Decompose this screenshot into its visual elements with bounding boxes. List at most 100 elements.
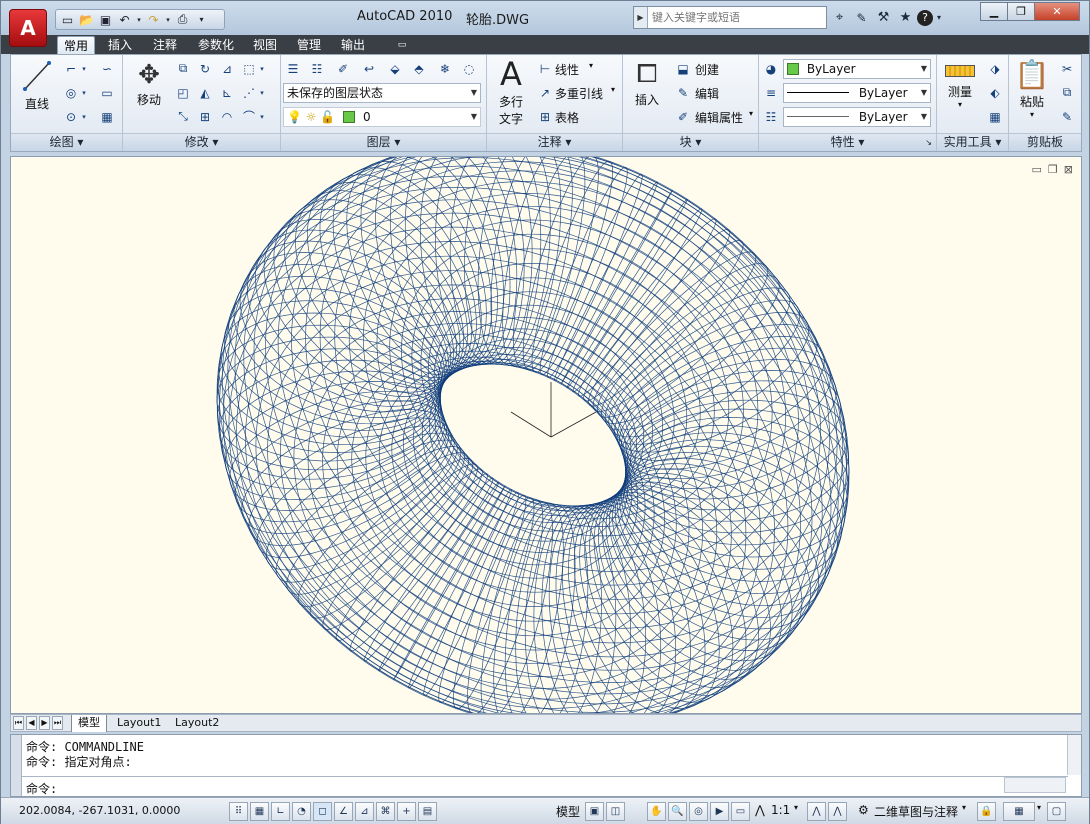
measure-dropdown-icon[interactable]: ▾ bbox=[941, 100, 979, 109]
linetype-icon[interactable]: ≡ bbox=[761, 83, 781, 102]
panel-launcher-icon[interactable]: ↘ bbox=[925, 134, 932, 151]
grid-display-icon[interactable]: ▦ bbox=[250, 802, 269, 821]
rotate-icon[interactable]: ↻ bbox=[195, 59, 215, 78]
subscription-icon[interactable]: ⚒ bbox=[873, 7, 894, 28]
erase-icon[interactable]: ⬚ bbox=[239, 59, 259, 78]
cut-icon[interactable]: ✂ bbox=[1057, 59, 1077, 78]
multiline-text-button[interactable]: A 多行 文字 bbox=[493, 57, 529, 127]
panel-block-title[interactable]: 块 ▾ bbox=[623, 133, 758, 151]
binoculars-icon[interactable]: ⌖ bbox=[829, 7, 850, 28]
layer-states-icon[interactable]: ☷ bbox=[307, 59, 327, 78]
tab-model[interactable]: 模型 bbox=[71, 715, 107, 732]
match-prop-clip-icon[interactable]: ✎ bbox=[1057, 107, 1077, 126]
edit-attr-dropdown-icon[interactable]: ▾ bbox=[749, 109, 753, 118]
polyline-icon[interactable]: ⌐ bbox=[61, 59, 81, 78]
first-layout-icon[interactable]: ⏮ bbox=[13, 716, 24, 730]
annotation-visibility-icon[interactable]: ⋀ bbox=[807, 802, 826, 821]
mirror-icon[interactable]: ◭ bbox=[195, 83, 215, 102]
panel-clipboard-title[interactable]: 剪贴板 bbox=[1009, 133, 1081, 151]
trim-icon[interactable]: ⊿ bbox=[217, 59, 237, 78]
last-layout-icon[interactable]: ⏭ bbox=[52, 716, 63, 730]
lineweight-icon[interactable]: ☷ bbox=[761, 107, 781, 126]
model-space-label[interactable]: 模型 bbox=[556, 803, 580, 820]
calculator-icon[interactable]: ▦ bbox=[985, 107, 1005, 126]
quick-select-icon[interactable]: ⬗ bbox=[985, 59, 1005, 78]
modify-dropdown-3-icon[interactable]: ▾ bbox=[257, 107, 267, 126]
close-button[interactable]: ✕ bbox=[1034, 2, 1080, 21]
create-block-label[interactable]: 创建 bbox=[695, 61, 719, 78]
polar-tracking-icon[interactable]: ◔ bbox=[292, 802, 311, 821]
panel-annotation-title[interactable]: 注释 ▾ bbox=[487, 133, 622, 151]
table-label[interactable]: 表格 bbox=[555, 109, 579, 126]
mleader-dropdown-icon[interactable]: ▾ bbox=[611, 85, 615, 94]
object-snap-tracking-icon[interactable]: ∠ bbox=[334, 802, 353, 821]
coordinate-readout[interactable]: 202.0084, -267.1031, 0.0000 bbox=[19, 804, 180, 817]
ribbon-minimize-icon[interactable]: ▭ bbox=[393, 36, 411, 54]
paste-button[interactable]: 📋 粘贴 ▾ bbox=[1013, 59, 1051, 120]
layer-previous-icon[interactable]: ↩ bbox=[359, 59, 379, 78]
save-icon[interactable]: ▣ bbox=[97, 12, 114, 28]
search-input[interactable] bbox=[648, 11, 818, 24]
modify-dropdown-2-icon[interactable]: ▾ bbox=[257, 83, 267, 102]
help-dropdown-icon[interactable]: ▾ bbox=[934, 7, 944, 28]
layer-unisolate-icon[interactable]: ⬘ bbox=[409, 59, 429, 78]
copy-clip-icon[interactable]: ⧉ bbox=[1057, 83, 1077, 102]
edit-block-label[interactable]: 编辑 bbox=[695, 85, 719, 102]
insert-block-button[interactable]: ⧠ 插入 bbox=[629, 59, 665, 108]
match-properties-icon[interactable]: ◕ bbox=[761, 59, 781, 78]
dynamic-input-icon[interactable]: ⌘ bbox=[376, 802, 395, 821]
snap-mode-icon[interactable]: ⠿ bbox=[229, 802, 248, 821]
stretch-icon[interactable]: ◰ bbox=[173, 83, 193, 102]
viewport-minimize-icon[interactable]: ▭ bbox=[1032, 163, 1042, 176]
layer-freeze-icon[interactable]: ❄ bbox=[435, 59, 455, 78]
annotation-scale[interactable]: 1:1 bbox=[771, 803, 790, 817]
scale-icon[interactable]: ⤡ bbox=[173, 107, 193, 126]
panel-draw-title[interactable]: 绘图 ▾ bbox=[11, 133, 122, 151]
tab-home[interactable]: 常用 bbox=[57, 36, 95, 54]
linear-dropdown-icon[interactable]: ▾ bbox=[589, 61, 593, 70]
current-layer-dropdown[interactable]: 💡 ☼ 🔓 0 ▼ bbox=[283, 107, 481, 127]
viewport-close-icon[interactable]: ⊠ bbox=[1064, 163, 1073, 176]
polyline-dropdown-icon[interactable]: ▾ bbox=[79, 59, 89, 78]
copy-icon[interactable]: ⧉ bbox=[173, 59, 193, 78]
pan-icon[interactable]: ✋ bbox=[647, 802, 666, 821]
modify-dropdown-1-icon[interactable]: ▾ bbox=[257, 59, 267, 78]
hardware-acceleration-icon[interactable]: ▦ bbox=[1003, 802, 1035, 821]
multileader-label[interactable]: 多重引线 bbox=[555, 85, 603, 102]
search-expand-icon[interactable]: ▶ bbox=[634, 7, 648, 28]
move-button[interactable]: ✥ 移动 bbox=[129, 61, 169, 108]
redo-icon[interactable]: ↷ bbox=[145, 12, 162, 28]
spline-icon[interactable]: ∽ bbox=[97, 59, 117, 78]
layer-off-icon[interactable]: ◌ bbox=[459, 59, 479, 78]
communication-icon[interactable]: ✎ bbox=[851, 7, 872, 28]
edit-block-icon[interactable]: ✎ bbox=[673, 83, 693, 102]
tab-manage[interactable]: 管理 bbox=[290, 36, 328, 54]
arc-dropdown-icon[interactable]: ▾ bbox=[79, 107, 89, 126]
create-block-icon[interactable]: ⬓ bbox=[673, 59, 693, 78]
paste-dropdown-icon[interactable]: ▾ bbox=[1013, 110, 1051, 119]
steering-wheel-icon[interactable]: ◎ bbox=[689, 802, 708, 821]
tab-annotate[interactable]: 注释 bbox=[146, 36, 184, 54]
command-scrollbar[interactable] bbox=[1067, 735, 1081, 775]
panel-layers-title[interactable]: 图层 ▾ bbox=[281, 133, 486, 151]
prev-layout-icon[interactable]: ◀ bbox=[26, 716, 37, 730]
new-file-icon[interactable]: ▭ bbox=[59, 12, 76, 28]
command-hscrollbar[interactable] bbox=[1004, 777, 1066, 793]
layer-state-dropdown[interactable]: 未保存的图层状态 ▼ bbox=[283, 83, 481, 103]
edit-attribute-icon[interactable]: ✐ bbox=[673, 107, 693, 126]
table-icon[interactable]: ⊞ bbox=[535, 107, 555, 126]
tab-insert[interactable]: 插入 bbox=[101, 36, 139, 54]
color-dropdown[interactable]: ByLayer ▼ bbox=[783, 59, 931, 79]
qat-customize-icon[interactable]: ▾ bbox=[193, 12, 210, 28]
zoom-icon[interactable]: 🔍 bbox=[668, 802, 687, 821]
layer-properties-icon[interactable]: ☰ bbox=[283, 59, 303, 78]
rectangle-icon[interactable]: ▭ bbox=[97, 83, 117, 102]
array-icon[interactable]: ⊞ bbox=[195, 107, 215, 126]
annotation-scale-dropdown-icon[interactable]: ▾ bbox=[794, 803, 798, 812]
line-button[interactable]: 直线 bbox=[17, 59, 57, 112]
linetype-dropdown[interactable]: ByLayer ▼ bbox=[783, 83, 931, 103]
print-icon[interactable]: ⎙ bbox=[174, 12, 191, 28]
quick-properties-icon[interactable]: ▤ bbox=[418, 802, 437, 821]
linear-dim-icon[interactable]: ⊢ bbox=[535, 59, 555, 78]
lineweight-display-icon[interactable]: + bbox=[397, 802, 416, 821]
